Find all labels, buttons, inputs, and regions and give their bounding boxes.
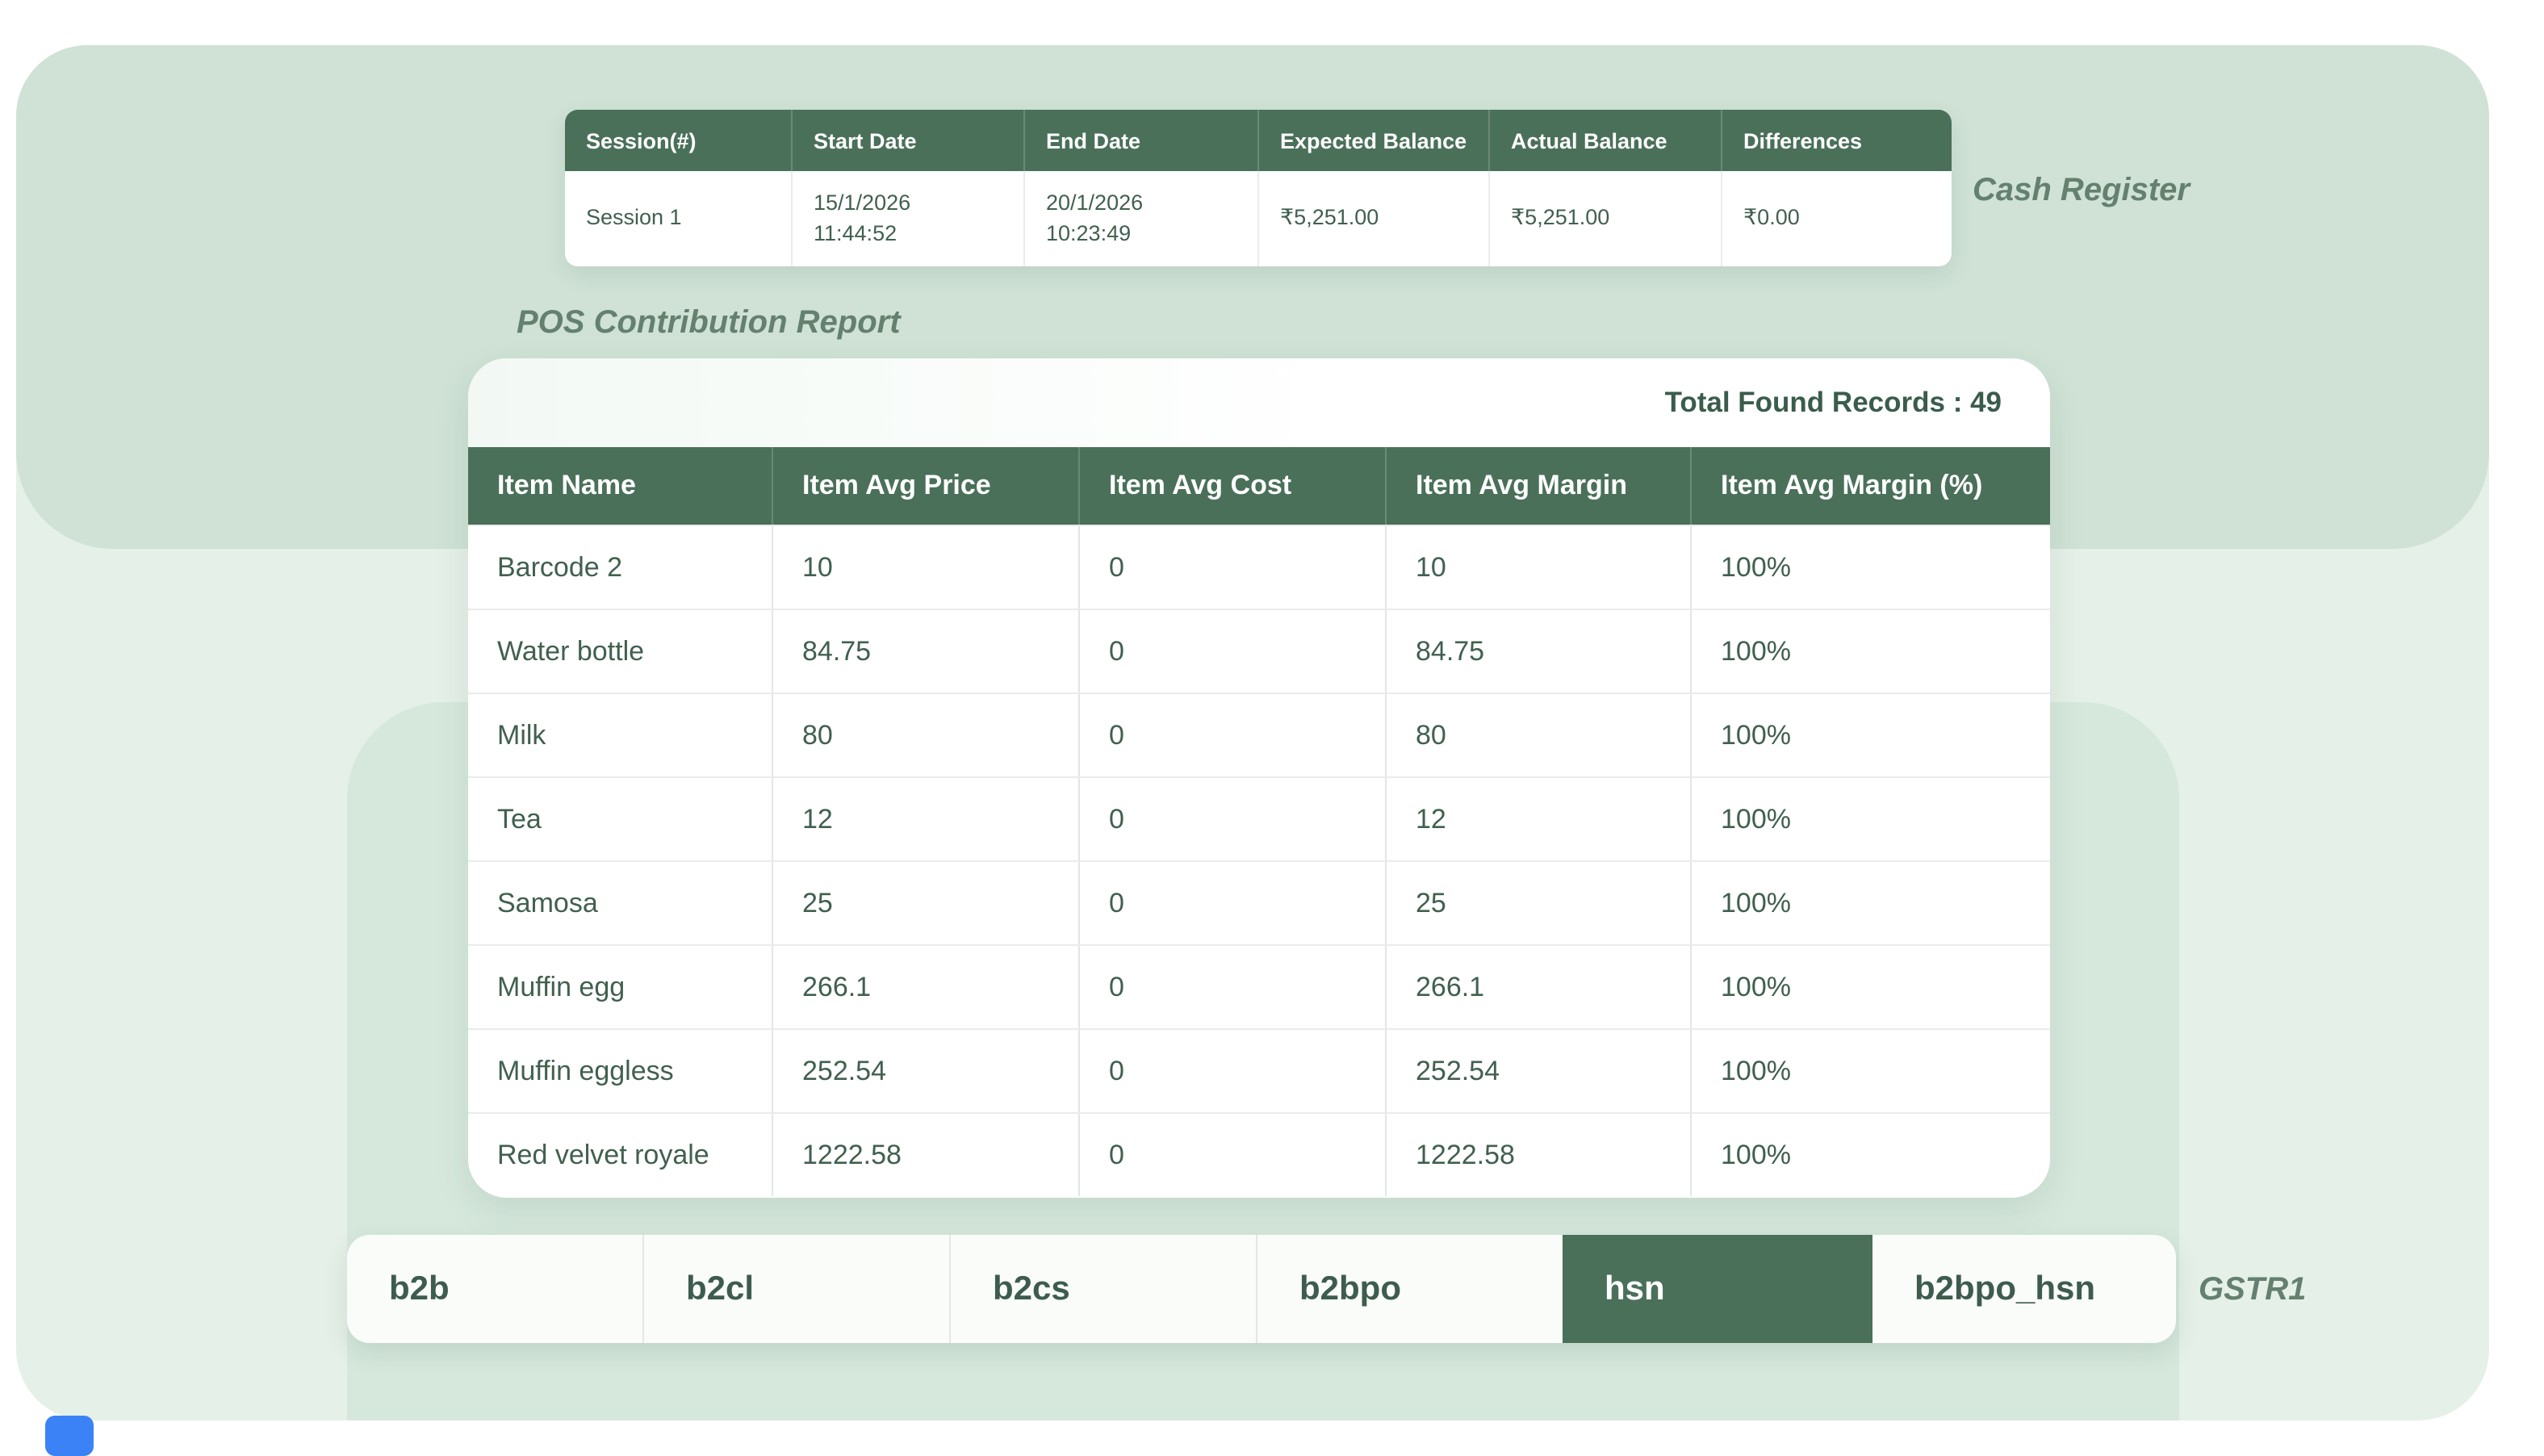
item-name-cell: Water bottle	[468, 610, 772, 692]
gstr1-tab-bar: b2b b2cl b2cs b2bpo hsn b2bpo_hsn	[347, 1235, 2176, 1343]
avg-margin-pct-cell: 100%	[1690, 862, 2050, 944]
report-header-item-name: Item Name	[468, 447, 772, 525]
avg-price-cell: 12	[772, 778, 1078, 860]
table-row: Tea 12 0 12 100%	[468, 776, 2050, 860]
tab-b2bpo[interactable]: b2bpo	[1256, 1235, 1563, 1343]
table-row: Muffin eggless 252.54 0 252.54 100%	[468, 1028, 2050, 1112]
cash-end-date-cell: 20/1/2026 10:23:49	[1023, 171, 1257, 266]
tab-b2b[interactable]: b2b	[347, 1235, 642, 1343]
avg-margin-cell: 84.75	[1385, 610, 1690, 692]
avg-margin-cell: 266.1	[1385, 946, 1690, 1028]
table-row: Red velvet royale 1222.58 0 1222.58 100%	[468, 1112, 2050, 1196]
item-name-cell: Muffin eggless	[468, 1030, 772, 1112]
tab-b2cl[interactable]: b2cl	[642, 1235, 949, 1343]
gstr1-label: GSTR1	[2199, 1272, 2306, 1309]
item-name-cell: Barcode 2	[468, 526, 772, 609]
avg-price-cell: 25	[772, 862, 1078, 944]
avg-price-cell: 84.75	[772, 610, 1078, 692]
report-header-row: Item Name Item Avg Price Item Avg Cost I…	[468, 447, 2050, 525]
cash-header-expected-balance: Expected Balance	[1257, 110, 1488, 171]
cash-header-differences: Differences	[1721, 110, 1952, 171]
cash-start-date-cell: 15/1/2026 11:44:52	[791, 171, 1023, 266]
avg-price-cell: 266.1	[772, 946, 1078, 1028]
avg-margin-cell: 10	[1385, 526, 1690, 609]
report-header-avg-cost: Item Avg Cost	[1078, 447, 1385, 525]
avg-margin-cell: 252.54	[1385, 1030, 1690, 1112]
tab-b2bpo-hsn[interactable]: b2bpo_hsn	[1872, 1235, 2176, 1343]
total-found-records: Total Found Records : 49	[468, 358, 2050, 447]
report-header-avg-price: Item Avg Price	[772, 447, 1078, 525]
cash-register-table: Session(#) Start Date End Date Expected …	[565, 110, 1952, 266]
avg-cost-cell: 0	[1078, 1030, 1385, 1112]
avg-margin-pct-cell: 100%	[1690, 526, 2050, 609]
cash-header-end-date: End Date	[1023, 110, 1257, 171]
cash-register-header-row: Session(#) Start Date End Date Expected …	[565, 110, 1952, 171]
cash-header-actual-balance: Actual Balance	[1488, 110, 1721, 171]
item-name-cell: Tea	[468, 778, 772, 860]
cash-header-start-date: Start Date	[791, 110, 1023, 171]
table-row: Barcode 2 10 0 10 100%	[468, 525, 2050, 609]
cash-session-cell: Session 1	[565, 171, 791, 266]
avg-margin-cell: 80	[1385, 694, 1690, 776]
avg-margin-pct-cell: 100%	[1690, 778, 2050, 860]
avg-cost-cell: 0	[1078, 694, 1385, 776]
avg-margin-pct-cell: 100%	[1690, 1114, 2050, 1196]
pos-contribution-card: Total Found Records : 49 Item Name Item …	[468, 358, 2050, 1198]
tab-hsn[interactable]: hsn	[1563, 1235, 1872, 1343]
cash-differences-cell: ₹0.00	[1721, 171, 1952, 266]
cash-register-row: Session 1 15/1/2026 11:44:52 20/1/2026 1…	[565, 171, 1952, 266]
tab-b2cs[interactable]: b2cs	[949, 1235, 1256, 1343]
cash-expected-balance-cell: ₹5,251.00	[1257, 171, 1488, 266]
avg-margin-cell: 12	[1385, 778, 1690, 860]
table-row: Milk 80 0 80 100%	[468, 692, 2050, 776]
avg-margin-pct-cell: 100%	[1690, 946, 2050, 1028]
item-name-cell: Milk	[468, 694, 772, 776]
report-header-avg-margin-pct: Item Avg Margin (%)	[1690, 447, 2050, 525]
avg-margin-cell: 1222.58	[1385, 1114, 1690, 1196]
avg-price-cell: 80	[772, 694, 1078, 776]
avg-cost-cell: 0	[1078, 946, 1385, 1028]
table-row: Water bottle 84.75 0 84.75 100%	[468, 609, 2050, 692]
avg-cost-cell: 0	[1078, 862, 1385, 944]
avg-cost-cell: 0	[1078, 526, 1385, 609]
avg-margin-pct-cell: 100%	[1690, 1030, 2050, 1112]
bottom-left-accent	[45, 1416, 94, 1456]
pos-contribution-report-label: POS Contribution Report	[517, 305, 901, 342]
item-name-cell: Red velvet royale	[468, 1114, 772, 1196]
table-row: Samosa 25 0 25 100%	[468, 860, 2050, 944]
avg-margin-cell: 25	[1385, 862, 1690, 944]
cash-actual-balance-cell: ₹5,251.00	[1488, 171, 1721, 266]
avg-price-cell: 1222.58	[772, 1114, 1078, 1196]
avg-margin-pct-cell: 100%	[1690, 694, 2050, 776]
item-name-cell: Muffin egg	[468, 946, 772, 1028]
avg-cost-cell: 0	[1078, 778, 1385, 860]
cash-header-session: Session(#)	[565, 110, 791, 171]
avg-price-cell: 10	[772, 526, 1078, 609]
pos-report-table: Item Name Item Avg Price Item Avg Cost I…	[468, 447, 2050, 1196]
avg-margin-pct-cell: 100%	[1690, 610, 2050, 692]
avg-cost-cell: 0	[1078, 1114, 1385, 1196]
avg-cost-cell: 0	[1078, 610, 1385, 692]
avg-price-cell: 252.54	[772, 1030, 1078, 1112]
cash-register-label: Cash Register	[1973, 173, 2190, 210]
report-header-avg-margin: Item Avg Margin	[1385, 447, 1690, 525]
page: Session(#) Start Date End Date Expected …	[0, 0, 2544, 1456]
item-name-cell: Samosa	[468, 862, 772, 944]
table-row: Muffin egg 266.1 0 266.1 100%	[468, 944, 2050, 1028]
